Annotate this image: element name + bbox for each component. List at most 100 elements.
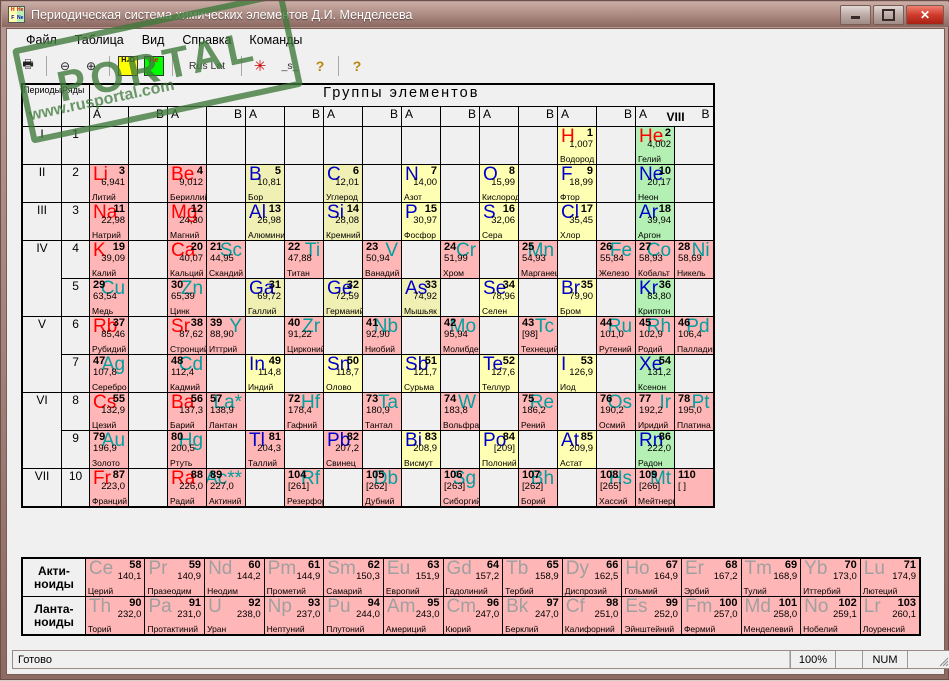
element-cell[interactable]: Pb 82 207,2 Свинец <box>324 431 363 468</box>
element-cell[interactable]: Bi 83 208,9 Висмут <box>402 431 441 468</box>
element-cell[interactable]: La* 57 138,9 Лантан <box>207 393 246 430</box>
element-cell[interactable]: Pt 78 195,0 Платина <box>675 393 713 430</box>
element-cell[interactable]: Bk 97 247,0 Берклий <box>503 597 562 634</box>
minimize-button[interactable] <box>840 4 871 25</box>
element-cell[interactable]: Rh 45 102,9 Родий <box>636 317 675 354</box>
element-cell[interactable]: Mg 12 24,30 Магний <box>168 203 207 240</box>
element-cell[interactable]: Zn 30 65,39 Цинк <box>168 279 207 316</box>
element-cell[interactable]: Pu 94 244,0 Плутоний <box>324 597 383 634</box>
element-cell[interactable]: Tc 43 [98] Технеций <box>519 317 558 354</box>
element-cell[interactable]: Sm 62 150,3 Самарий <box>324 559 383 596</box>
close-button[interactable]: ✕ <box>906 4 944 25</box>
element-cell[interactable]: Pr 59 140,9 Празеодим <box>145 559 205 596</box>
element-cell[interactable]: No 102 259,1 Нобелий <box>801 597 860 634</box>
element-cell[interactable]: Kr 36 83,80 Криптон <box>636 279 675 316</box>
element-cell[interactable]: Lu 71 174,9 Лютеций <box>860 559 919 596</box>
element-cell[interactable]: Cf 98 251,0 Калифорний <box>562 597 622 634</box>
element-cell[interactable]: Fe 26 55,84 Железо <box>597 241 636 278</box>
element-cell[interactable]: 110[ ] <box>675 469 713 506</box>
element-cell[interactable]: Zr 40 91,22 Цирконий <box>285 317 324 354</box>
element-cell[interactable]: Th 90 232,0 Торий <box>85 597 145 634</box>
element-cell[interactable]: N 7 14,00 Азот <box>402 165 441 202</box>
element-cell[interactable]: Fr 87 223,0 Франций <box>90 469 129 506</box>
element-cell[interactable]: Tb 65 158,9 Тербий <box>503 559 562 596</box>
element-cell[interactable]: Ru 44 101,0 Рутений <box>597 317 636 354</box>
element-cell[interactable]: F 9 18,99 Фтор <box>558 165 597 202</box>
element-cell[interactable]: U 92 238,0 Уран <box>205 597 264 634</box>
menu-item-commands[interactable]: Команды <box>240 31 311 49</box>
orbital-s-icon[interactable]: _s_ <box>273 54 307 77</box>
element-cell[interactable]: Fm 100 257,0 Фермий <box>681 597 741 634</box>
element-cell[interactable]: Cu 29 63,54 Медь <box>90 279 129 316</box>
element-cell[interactable]: Eu 63 151,9 Европий <box>383 559 443 596</box>
element-cell[interactable]: C 6 12,01 Углерод <box>324 165 363 202</box>
element-cell[interactable]: Ce 58 140,1 Церий <box>85 559 145 596</box>
element-cell[interactable]: H 1 1,007 Водород <box>558 127 597 164</box>
element-cell[interactable]: Rf104[261]Резерфордий <box>285 469 324 506</box>
element-cell[interactable]: Cl 17 35,45 Хлор <box>558 203 597 240</box>
element-cell[interactable]: Rn 86 222,0 Радон <box>636 431 675 468</box>
element-cell[interactable]: Te 52 127,6 Теллур <box>480 355 519 392</box>
element-cell[interactable]: Y 39 88,90 Иттрий <box>207 317 246 354</box>
element-cell[interactable]: Es 99 252,0 Эйнштейний <box>622 597 681 634</box>
element-cell[interactable]: Nd 60 144,2 Неодим <box>205 559 264 596</box>
element-cell[interactable]: Db 105 [262] Дубний <box>363 469 402 506</box>
element-cell[interactable]: Ir 77 192,2 Иридий <box>636 393 675 430</box>
element-cell[interactable]: Hs 108 [265] Хассий <box>597 469 636 506</box>
element-cell[interactable]: Ra 88 226,0 Радий <box>168 469 207 506</box>
element-cell[interactable]: In 49 114,8 Индий <box>246 355 285 392</box>
helium-element-icon[interactable]: He <box>141 54 167 77</box>
element-cell[interactable]: Na 11 22,98 Натрий <box>90 203 129 240</box>
element-cell[interactable]: Sn 50 118,7 Олово <box>324 355 363 392</box>
element-cell[interactable]: Cs 55 132,9 Цезий <box>90 393 129 430</box>
element-cell[interactable]: Se 34 78,96 Селен <box>480 279 519 316</box>
element-cell[interactable]: Gd 64 157,2 Гадолиний <box>443 559 503 596</box>
zoom-in-icon[interactable]: ⊕ <box>78 54 104 77</box>
element-cell[interactable]: Cm 96 247,0 Кюрий <box>443 597 503 634</box>
element-cell[interactable]: Sc 21 44,95 Скандий <box>207 241 246 278</box>
element-cell[interactable]: Ca 20 40,07 Кальций <box>168 241 207 278</box>
menu-item-file[interactable]: Файл <box>17 31 66 49</box>
element-cell[interactable]: Bh 107 [262] Борий <box>519 469 558 506</box>
element-cell[interactable]: As 33 74,92 Мышьяк <box>402 279 441 316</box>
element-cell[interactable]: Sg 106 [263] Сиборгий <box>441 469 480 506</box>
element-cell[interactable]: Np 93 237,0 Нептуний <box>264 597 324 634</box>
element-cell[interactable]: Ne 10 20,17 Неон <box>636 165 675 202</box>
element-cell[interactable]: Xe 54 131,2 Ксенон <box>636 355 675 392</box>
element-cell[interactable]: O 8 15,99 Кислород <box>480 165 519 202</box>
element-cell[interactable]: Ag 47 107,8 Серебро <box>90 355 129 392</box>
element-cell[interactable]: Po 84 [209] Полоний <box>480 431 519 468</box>
element-cell[interactable]: Hg 80 200,5 Ртуть <box>168 431 207 468</box>
element-cell[interactable]: Be 4 9,012 Бериллий <box>168 165 207 202</box>
element-cell[interactable]: Yb 70 173,0 Иттербий <box>801 559 860 596</box>
element-cell[interactable]: Md 101 258,0 Менделевий <box>741 597 801 634</box>
element-cell[interactable]: Cr 24 51,99 Хром <box>441 241 480 278</box>
element-cell[interactable]: Ta 73 180,9 Тантал <box>363 393 402 430</box>
element-cell[interactable]: Ba 56 137,3 Барий <box>168 393 207 430</box>
element-cell[interactable]: Cd 48 112,4 Кадмий <box>168 355 207 392</box>
menu-item-help[interactable]: Справка <box>173 31 240 49</box>
element-cell[interactable]: At 85 209,9 Астат <box>558 431 597 468</box>
element-cell[interactable]: Nb 41 92,90 Ниобий <box>363 317 402 354</box>
maximize-button[interactable] <box>873 4 904 25</box>
element-cell[interactable]: Mo4295,94Молибден <box>441 317 480 354</box>
element-cell[interactable]: Os 76 190,2 Осмий <box>597 393 636 430</box>
menu-item-table[interactable]: Таблица <box>66 31 133 49</box>
print-icon[interactable]: 🖶 <box>15 54 41 77</box>
water-molecule-icon[interactable]: H₂O <box>115 54 141 77</box>
element-cell[interactable]: Si 14 28,08 Кремний <box>324 203 363 240</box>
element-cell[interactable]: Dy 66 162,5 Диспрозий <box>562 559 622 596</box>
element-cell[interactable]: Ho 67 164,9 Гольмий <box>622 559 681 596</box>
element-cell[interactable]: P 15 30,97 Фосфор <box>402 203 441 240</box>
element-cell[interactable]: Lr 103 260,1 Лоуренсий <box>860 597 919 634</box>
element-cell[interactable]: Hf 72 178,4 Гафний <box>285 393 324 430</box>
element-cell[interactable]: Tm 69 168,9 Тулий <box>741 559 801 596</box>
element-cell[interactable]: Ti 22 47,88 Титан <box>285 241 324 278</box>
element-cell[interactable]: Mt109[266]Мейтнерий <box>636 469 675 506</box>
about-icon[interactable]: ? <box>344 54 370 77</box>
element-cell[interactable]: Au 79 196,9 Золото <box>90 431 129 468</box>
element-cell[interactable]: He 2 4,002 Гелий <box>636 127 675 164</box>
zoom-out-icon[interactable]: ⊖ <box>52 54 78 77</box>
element-cell[interactable]: S 16 32,06 Сера <box>480 203 519 240</box>
element-cell[interactable]: Ga 31 69,72 Галлий <box>246 279 285 316</box>
